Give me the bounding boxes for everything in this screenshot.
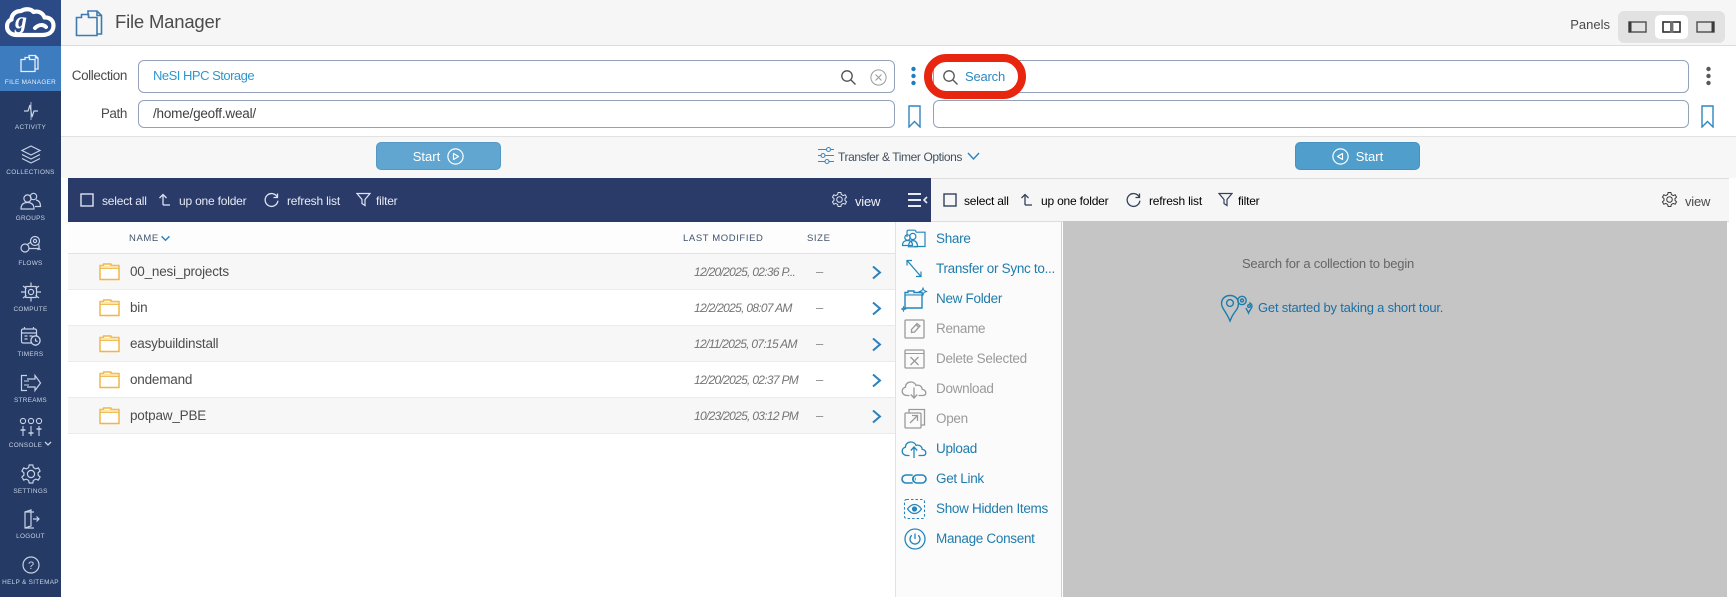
svg-text:g: g [14, 9, 27, 35]
svg-text:?: ? [27, 560, 33, 572]
